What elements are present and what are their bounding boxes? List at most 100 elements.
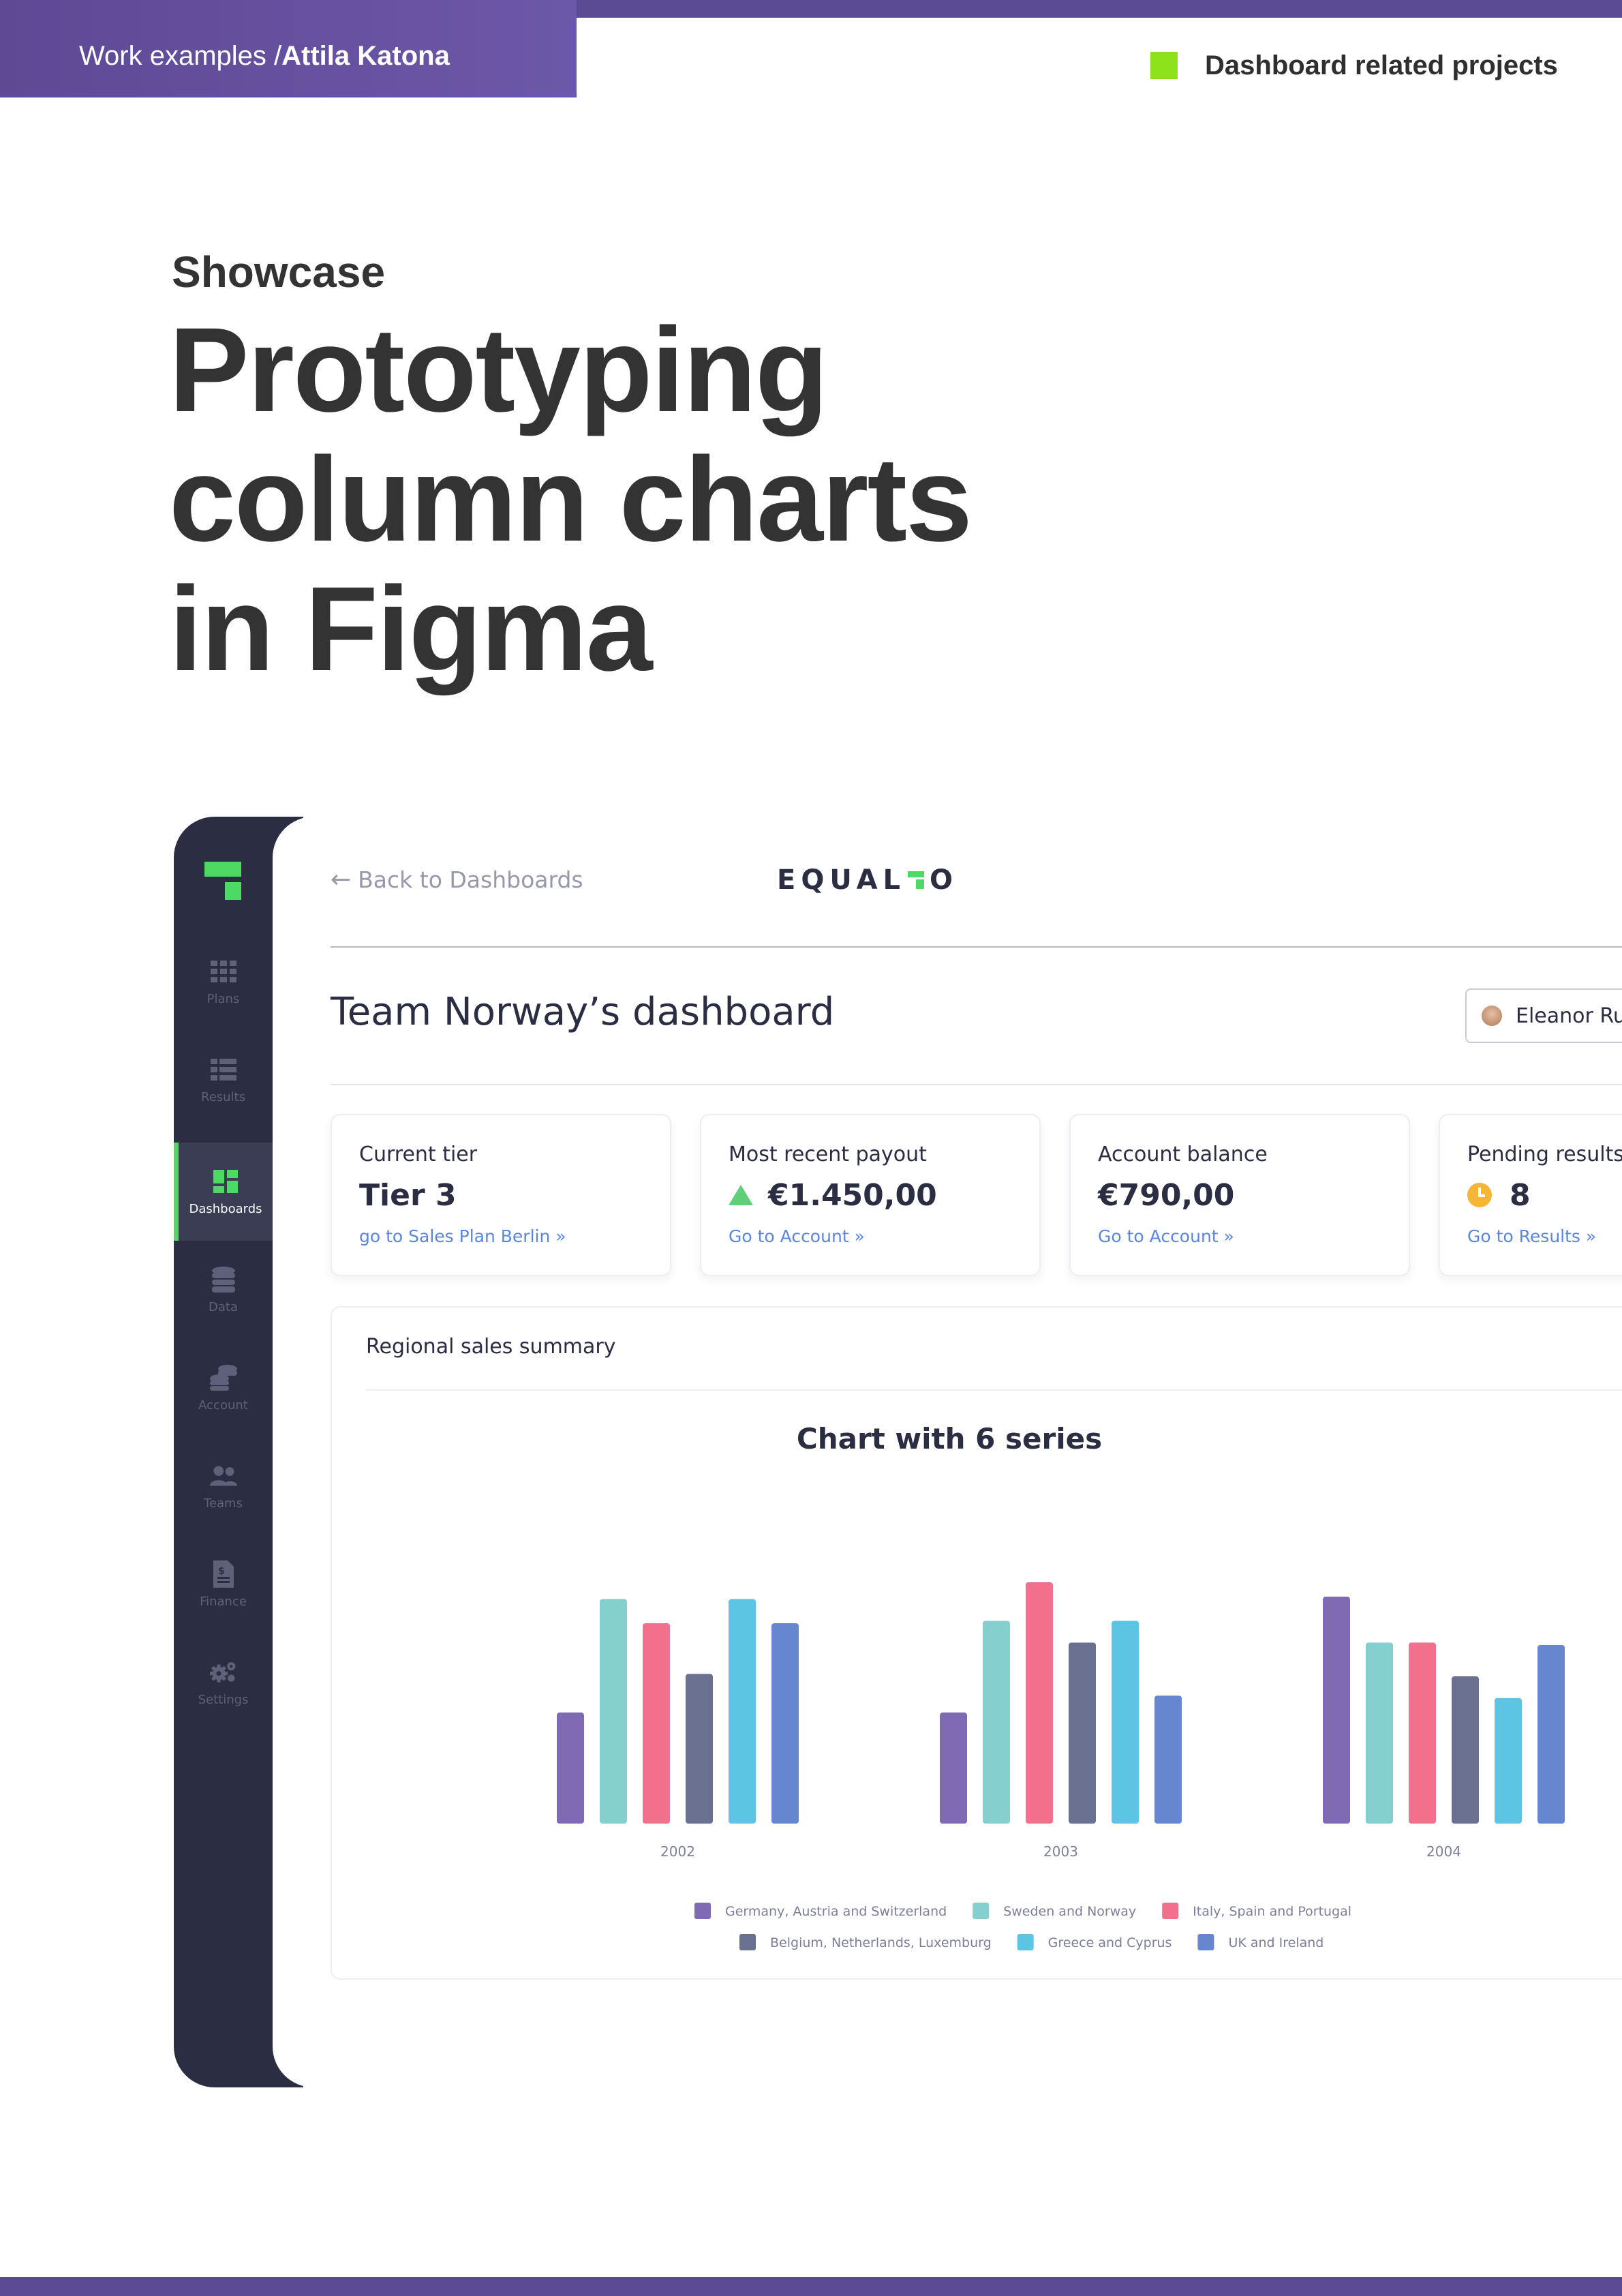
chart-bar[interactable] bbox=[643, 1623, 670, 1824]
table-icon bbox=[210, 1056, 237, 1083]
dashboard-mockup: Plans Results Dashboards Data Account Te… bbox=[174, 817, 1622, 2087]
header-divider bbox=[331, 946, 1622, 948]
grid-icon bbox=[210, 958, 237, 985]
svg-text:$: $ bbox=[218, 1566, 225, 1577]
kpi-link[interactable]: go to Sales Plan Berlin » bbox=[359, 1226, 670, 1246]
coins-icon bbox=[209, 1364, 237, 1391]
legend-swatch bbox=[1017, 1934, 1034, 1950]
clock-icon bbox=[1467, 1183, 1492, 1207]
sidebar-item-finance[interactable]: $ Finance bbox=[174, 1535, 273, 1633]
kpi-card-current-tier: Current tier Tier 3 go to Sales Plan Ber… bbox=[331, 1114, 671, 1276]
sidebar-item-results[interactable]: Results bbox=[174, 1031, 273, 1129]
x-tick-label: 2004 bbox=[1426, 1843, 1461, 1860]
kpi-value-text: €1.450,00 bbox=[768, 1177, 937, 1213]
chart-bar[interactable] bbox=[600, 1599, 627, 1824]
chart-bar[interactable] bbox=[686, 1674, 713, 1824]
page-title-line-1: Prototyping bbox=[169, 303, 828, 437]
legend-label[interactable]: Greece and Cyprus bbox=[1048, 1935, 1172, 1950]
chart-bar[interactable] bbox=[1069, 1642, 1096, 1824]
page-title-line-3: in Figma bbox=[169, 562, 653, 696]
avatar bbox=[1482, 1006, 1502, 1026]
kpi-label: Pending results bbox=[1467, 1143, 1622, 1166]
user-selector[interactable]: Eleanor Rus bbox=[1465, 988, 1622, 1043]
kpi-link[interactable]: Go to Account » bbox=[729, 1226, 1039, 1246]
kpi-link[interactable]: Go to Results » bbox=[1467, 1226, 1622, 1246]
sidebar-item-label: Dashboards bbox=[189, 1201, 262, 1216]
column-chart: 2002 2003 2004 Germany, Austria and Switzer… bbox=[557, 1582, 1565, 1950]
chart-bar[interactable] bbox=[983, 1620, 1010, 1824]
legend-label[interactable]: Germany, Austria and Switzerland bbox=[725, 1904, 947, 1919]
back-to-dashboards-link[interactable]: ← Back to Dashboards bbox=[331, 864, 583, 894]
sidebar-item-label: Teams bbox=[204, 1496, 243, 1511]
legend-swatch bbox=[1162, 1903, 1179, 1919]
x-tick-label: 2002 bbox=[660, 1843, 695, 1860]
sidebar-item-account[interactable]: Account bbox=[174, 1339, 273, 1437]
cogs-icon bbox=[209, 1659, 237, 1686]
brand-logo: EQUAL O bbox=[777, 864, 961, 902]
dashboard-title: Team Norway’s dashboard bbox=[331, 990, 835, 1034]
eyebrow-label: Showcase bbox=[172, 247, 386, 297]
database-icon bbox=[210, 1266, 237, 1293]
sidebar-item-label: Finance bbox=[200, 1594, 247, 1609]
chart-bar[interactable] bbox=[1154, 1695, 1182, 1824]
invoice-icon: $ bbox=[210, 1560, 237, 1588]
legend-swatch bbox=[694, 1903, 711, 1919]
users-icon bbox=[209, 1462, 237, 1490]
legend-label[interactable]: Belgium, Netherlands, Luxemburg bbox=[770, 1935, 992, 1950]
chart-bar[interactable] bbox=[1366, 1642, 1393, 1824]
page-title: Prototyping column charts in Figma bbox=[169, 305, 1191, 694]
back-link-label: Back to Dashboards bbox=[358, 866, 583, 893]
kpi-value: Tier 3 bbox=[359, 1176, 670, 1214]
kpi-value: €790,00 bbox=[1098, 1176, 1409, 1214]
kpi-card-account-balance: Account balance €790,00 Go to Account » bbox=[1069, 1114, 1410, 1276]
sidebar-item-label: Account bbox=[198, 1398, 248, 1413]
kpi-value-text: 8 bbox=[1510, 1177, 1531, 1213]
topic-tag: Dashboard related projects bbox=[1150, 45, 1558, 86]
chart-bar[interactable] bbox=[1112, 1620, 1139, 1824]
chart-bar[interactable] bbox=[557, 1712, 584, 1824]
kpi-card-pending-results: Pending results 8 Go to Results » bbox=[1439, 1114, 1622, 1276]
chart-bar[interactable] bbox=[1537, 1645, 1565, 1824]
sidebar-item-data[interactable]: Data bbox=[174, 1241, 273, 1339]
sidebar-item-label: Settings bbox=[198, 1692, 249, 1707]
title-divider bbox=[331, 1084, 1622, 1085]
chart-bar[interactable] bbox=[1026, 1582, 1053, 1824]
chart-bar[interactable] bbox=[1495, 1697, 1522, 1824]
equalto-wordmark: EQUAL O bbox=[777, 864, 958, 896]
svg-text:O: O bbox=[930, 864, 958, 894]
kpi-link[interactable]: Go to Account » bbox=[1098, 1226, 1409, 1246]
legend-label[interactable]: UK and Ireland bbox=[1228, 1935, 1323, 1950]
sidebar-item-label: Results bbox=[201, 1089, 245, 1104]
sidebar-item-teams[interactable]: Teams bbox=[174, 1437, 273, 1535]
breadcrumb-author[interactable]: Attila Katona bbox=[281, 41, 450, 72]
page-title-line-2: column charts bbox=[169, 433, 973, 567]
legend-swatch bbox=[1197, 1934, 1214, 1950]
up-arrow-icon bbox=[729, 1185, 753, 1205]
sidebar-item-dashboards[interactable]: Dashboards bbox=[174, 1143, 273, 1241]
kpi-label: Most recent payout bbox=[729, 1143, 927, 1166]
sidebar-item-settings[interactable]: Settings bbox=[174, 1633, 273, 1732]
main-content: ← Back to Dashboards EQUAL O Team Norway… bbox=[273, 817, 1622, 2087]
chart-bar[interactable] bbox=[940, 1712, 967, 1824]
svg-text:EQUAL: EQUAL bbox=[777, 864, 906, 894]
topic-square-icon bbox=[1150, 52, 1178, 79]
chart-bar[interactable] bbox=[1452, 1676, 1479, 1824]
sidebar-item-label: Data bbox=[209, 1299, 238, 1314]
kpi-value-text: €790,00 bbox=[1098, 1177, 1235, 1213]
sidebar-item-plans[interactable]: Plans bbox=[174, 933, 273, 1031]
chart-bar[interactable] bbox=[729, 1599, 756, 1824]
equalto-logo-icon[interactable] bbox=[204, 862, 241, 900]
legend-label[interactable]: Italy, Spain and Portugal bbox=[1193, 1904, 1351, 1919]
chart-bar[interactable] bbox=[1323, 1597, 1350, 1824]
legend-label[interactable]: Sweden and Norway bbox=[1003, 1904, 1136, 1919]
x-tick-label: 2003 bbox=[1043, 1843, 1078, 1860]
topic-label[interactable]: Dashboard related projects bbox=[1205, 50, 1558, 81]
sidebar-item-label: Plans bbox=[206, 991, 240, 1006]
dashboard-icon bbox=[212, 1168, 239, 1195]
chart-bar[interactable] bbox=[771, 1623, 799, 1824]
kpi-card-recent-payout: Most recent payout €1.450,00 Go to Accou… bbox=[700, 1114, 1041, 1276]
chart-bar[interactable] bbox=[1409, 1642, 1436, 1824]
kpi-value: 8 bbox=[1467, 1176, 1622, 1214]
kpi-label: Account balance bbox=[1098, 1143, 1268, 1166]
user-name: Eleanor Rus bbox=[1516, 1003, 1622, 1028]
